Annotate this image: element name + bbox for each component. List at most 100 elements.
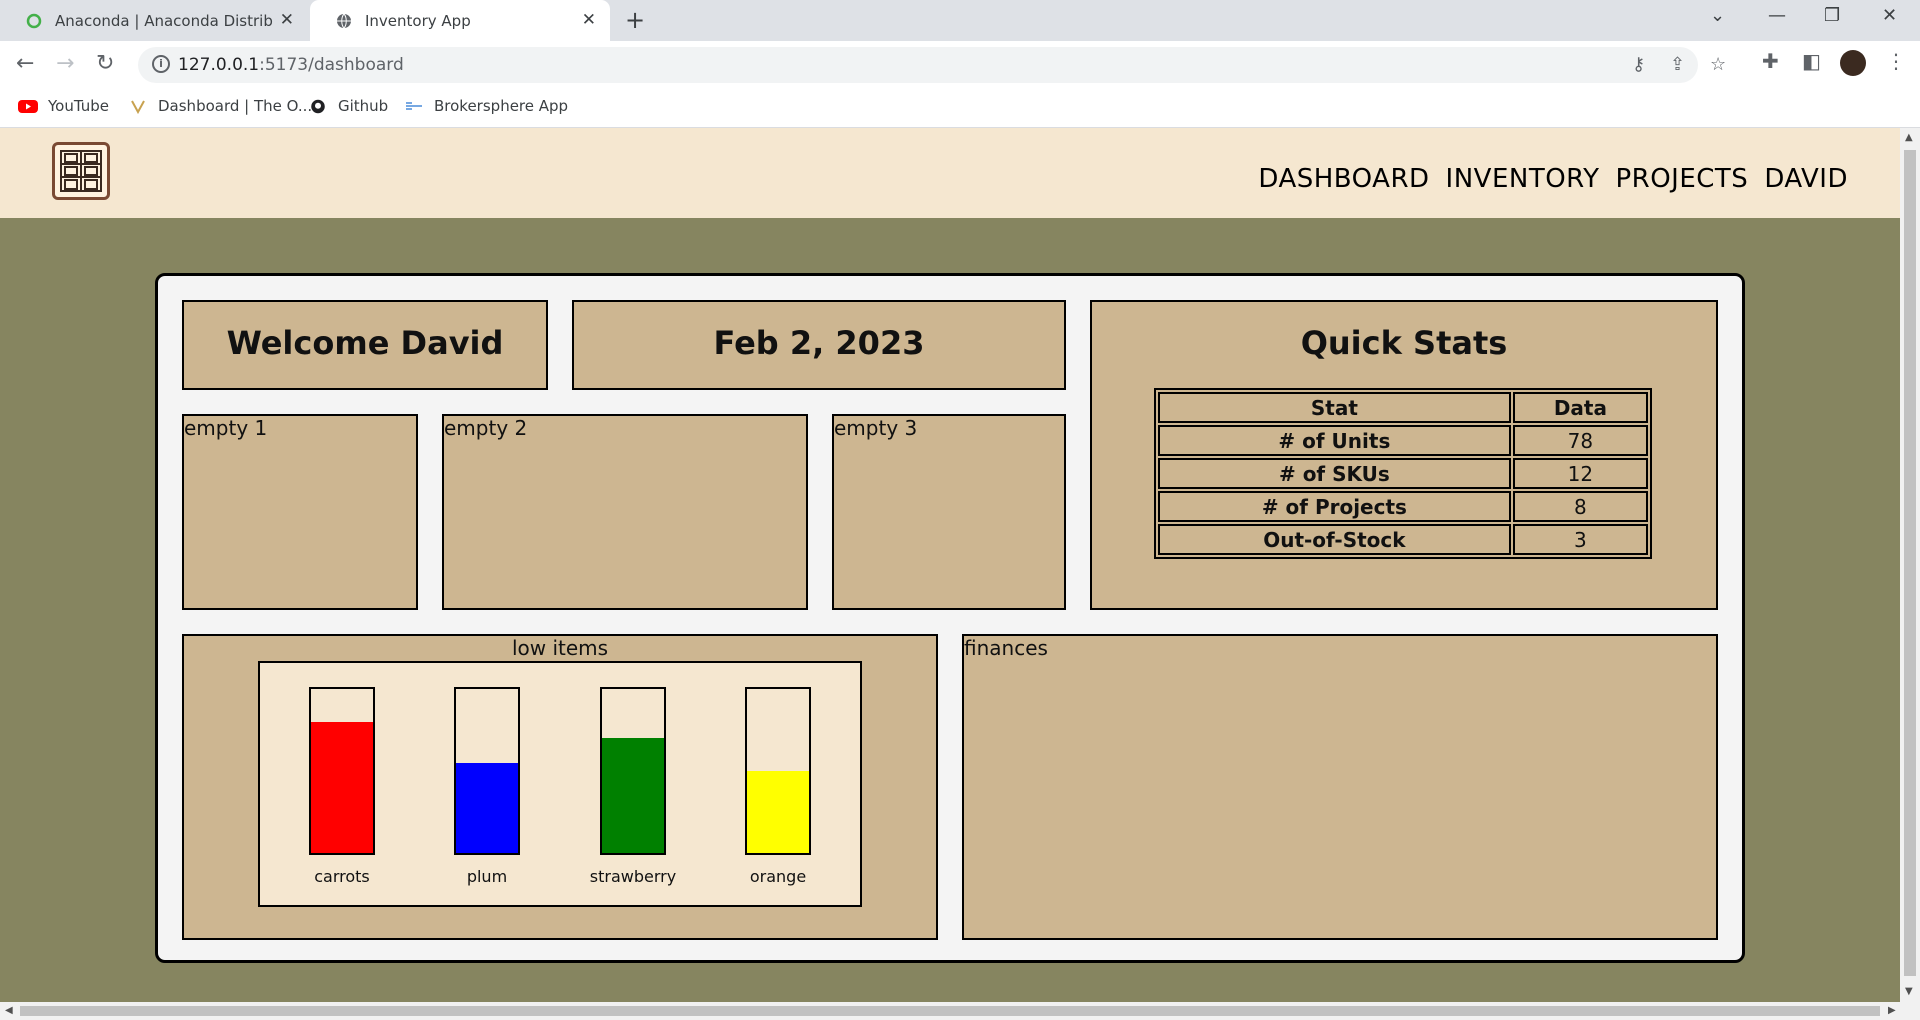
tab-anaconda[interactable]: Anaconda | Anaconda Distribution ✕ <box>0 0 308 41</box>
welcome-text: Welcome David <box>226 324 504 362</box>
app-navbar: DASHBOARD INVENTORY PROJECTS DAVID <box>0 128 1900 218</box>
tab-title: Anaconda | Anaconda Distribution <box>55 11 273 30</box>
stat-value: 78 <box>1512 425 1648 456</box>
window-close-icon[interactable]: ✕ <box>1882 5 1897 26</box>
bookmark-youtube[interactable]: YouTube <box>18 97 109 115</box>
table-header-row: Stat Data <box>1158 392 1648 423</box>
scroll-up-icon[interactable]: ▲ <box>1905 132 1913 143</box>
url-text: 127.0.0.1:5173/dashboard <box>178 55 404 75</box>
bar-label: plum <box>466 867 508 886</box>
stat-value: 8 <box>1512 491 1648 522</box>
empty-panel-1: empty 1 <box>182 414 418 610</box>
bar-label: strawberry <box>589 867 677 886</box>
bar-label: orange <box>749 867 807 886</box>
bookmark-dashboard[interactable]: Dashboard | The O... <box>128 97 312 115</box>
url-path: :5173/dashboard <box>259 55 404 75</box>
tab-strip: Anaconda | Anaconda Distribution ✕ Inven… <box>0 0 1920 41</box>
bookmarks-bar: YouTube Dashboard | The O... Github Brok… <box>0 89 1920 128</box>
stat-name: # of SKUs <box>1158 458 1511 489</box>
url-host: 127.0.0.1 <box>178 55 260 75</box>
nav-user-david[interactable]: DAVID <box>1764 164 1848 194</box>
side-panel-icon[interactable]: ◧ <box>1802 49 1821 73</box>
stat-name: # of Projects <box>1158 491 1511 522</box>
close-icon[interactable]: ✕ <box>280 10 294 30</box>
bar-orange <box>745 687 811 855</box>
brokersphere-icon <box>406 101 422 110</box>
globe-icon <box>337 13 351 28</box>
scroll-left-icon[interactable]: ◀ <box>5 1005 13 1016</box>
bar-fill-orange <box>747 771 809 853</box>
bar-carrots <box>309 687 375 855</box>
github-icon <box>311 99 325 113</box>
bookmark-label: Github <box>338 97 389 115</box>
back-icon[interactable]: ← <box>16 51 34 76</box>
new-tab-icon[interactable]: + <box>625 6 645 34</box>
date-text: Feb 2, 2023 <box>713 324 925 362</box>
address-bar[interactable]: i 127.0.0.1:5173/dashboard ⚷ ⇪ ☆ <box>138 47 1726 83</box>
table-row: # of SKUs 12 <box>1158 458 1648 489</box>
share-icon[interactable]: ⇪ <box>1670 54 1685 75</box>
dashboard-card: Welcome David Feb 2, 2023 Quick Stats St… <box>155 273 1745 963</box>
reload-icon[interactable]: ↻ <box>96 51 114 76</box>
quick-stats-title: Quick Stats <box>1300 324 1508 362</box>
avatar[interactable] <box>1840 50 1866 76</box>
table-header: Stat <box>1158 392 1511 423</box>
bar-fill-strawberry <box>602 738 664 853</box>
tab-inventory-app[interactable]: Inventory App ✕ <box>310 0 610 41</box>
finances-title: finances <box>964 636 1048 660</box>
nav-dashboard[interactable]: DASHBOARD <box>1258 164 1429 194</box>
anaconda-icon <box>26 13 42 28</box>
empty-panel-3: empty 3 <box>832 414 1066 610</box>
quick-stats-panel: Quick Stats Stat Data # of Units 78 # of… <box>1090 300 1718 610</box>
scroll-down-icon[interactable]: ▼ <box>1905 986 1913 997</box>
finances-panel: finances <box>962 634 1718 940</box>
odin-icon <box>131 100 145 114</box>
bar-fill-plum <box>456 763 518 853</box>
page-viewport: DASHBOARD INVENTORY PROJECTS DAVID Welco… <box>0 128 1900 1002</box>
bookmark-github[interactable]: Github <box>308 97 388 115</box>
minimize-icon[interactable]: — <box>1768 5 1786 26</box>
scroll-right-icon[interactable]: ▶ <box>1888 1005 1896 1016</box>
star-icon[interactable]: ☆ <box>1710 54 1726 75</box>
low-items-chart: carrots plum strawberry orange <box>258 661 862 907</box>
empty-panel-2: empty 2 <box>442 414 808 610</box>
scrollbar-thumb[interactable] <box>1904 150 1916 976</box>
menu-icon[interactable]: ⋮ <box>1886 49 1906 73</box>
bookmark-label: YouTube <box>48 97 109 115</box>
browser-toolbar: ← → ↻ i 127.0.0.1:5173/dashboard ⚷ ⇪ ☆ ✚… <box>0 41 1920 89</box>
extensions-icon[interactable]: ✚ <box>1762 49 1779 73</box>
table-header: Data <box>1512 392 1648 423</box>
horizontal-scrollbar[interactable]: ◀ ▶ <box>0 1002 1920 1020</box>
stat-name: Out-of-Stock <box>1158 524 1511 555</box>
forward-icon[interactable]: → <box>56 51 74 76</box>
panel-label: empty 2 <box>444 416 528 440</box>
welcome-panel: Welcome David <box>182 300 548 390</box>
date-panel: Feb 2, 2023 <box>572 300 1066 390</box>
bookmark-brokersphere[interactable]: Brokersphere App <box>404 97 568 115</box>
bookmark-label: Brokersphere App <box>434 97 569 115</box>
youtube-icon <box>18 99 38 113</box>
table-row: # of Units 78 <box>1158 425 1648 456</box>
stat-value: 12 <box>1512 458 1648 489</box>
nav-inventory[interactable]: INVENTORY <box>1446 164 1600 194</box>
main-nav: DASHBOARD INVENTORY PROJECTS DAVID <box>1258 164 1848 194</box>
nav-projects[interactable]: PROJECTS <box>1615 164 1748 194</box>
close-icon[interactable]: ✕ <box>582 10 596 30</box>
panel-label: empty 1 <box>184 416 268 440</box>
tab-search-icon[interactable]: ⌄ <box>1710 5 1725 26</box>
bar-label: carrots <box>314 867 370 886</box>
bar-strawberry <box>600 687 666 855</box>
quick-stats-table: Stat Data # of Units 78 # of SKUs 12 # o… <box>1154 388 1652 559</box>
bookmark-label: Dashboard | The O... <box>158 97 313 115</box>
low-items-title: low items <box>511 636 609 660</box>
restore-icon[interactable]: ❐ <box>1824 5 1840 26</box>
stat-name: # of Units <box>1158 425 1511 456</box>
shelves-icon <box>60 150 102 192</box>
bar-fill-carrots <box>311 722 373 853</box>
scrollbar-thumb[interactable] <box>20 1006 1880 1016</box>
warehouse-logo-icon[interactable] <box>52 142 110 200</box>
key-icon[interactable]: ⚷ <box>1632 54 1645 75</box>
low-items-panel: low items carrots plum strawberry orange <box>182 634 938 940</box>
site-info-icon[interactable]: i <box>152 55 170 73</box>
vertical-scrollbar[interactable]: ▲ ▼ <box>1900 128 1920 1002</box>
